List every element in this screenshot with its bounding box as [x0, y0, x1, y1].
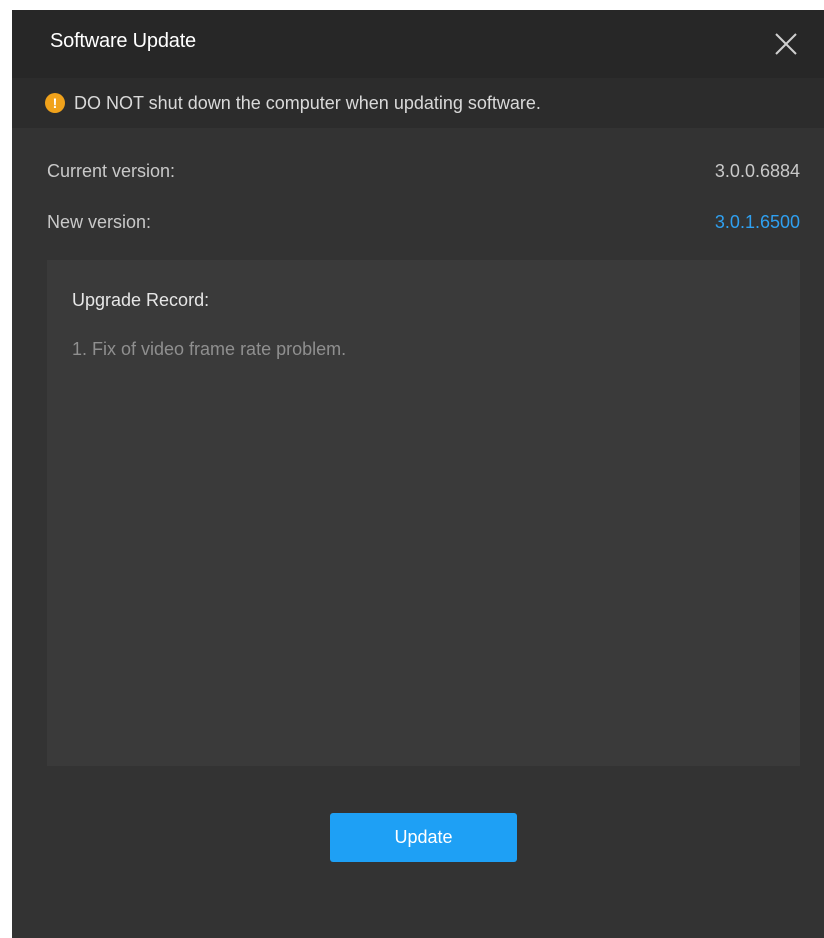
dialog-title: Software Update [50, 30, 196, 52]
upgrade-record-panel[interactable]: Upgrade Record: 1. Fix of video frame ra… [47, 260, 800, 766]
close-button[interactable] [772, 30, 800, 58]
software-update-dialog: Software Update ! DO NOT shut down the c… [12, 10, 824, 938]
warning-banner: ! DO NOT shut down the computer when upd… [12, 78, 824, 128]
upgrade-record-title: Upgrade Record: [72, 290, 210, 310]
update-button[interactable]: Update [330, 813, 517, 862]
exclamation-circle-icon: ! [45, 93, 65, 113]
warning-text: DO NOT shut down the computer when updat… [74, 93, 541, 113]
new-version-label: New version: [47, 212, 152, 232]
current-version-value: 3.0.0.6884 [714, 161, 800, 181]
close-icon [775, 33, 797, 55]
title-bar: Software Update [12, 10, 824, 78]
upgrade-record-item: 1. Fix of video frame rate problem. [72, 339, 347, 359]
new-version-value: 3.0.1.6500 [714, 212, 800, 232]
current-version-label: Current version: [47, 161, 176, 181]
